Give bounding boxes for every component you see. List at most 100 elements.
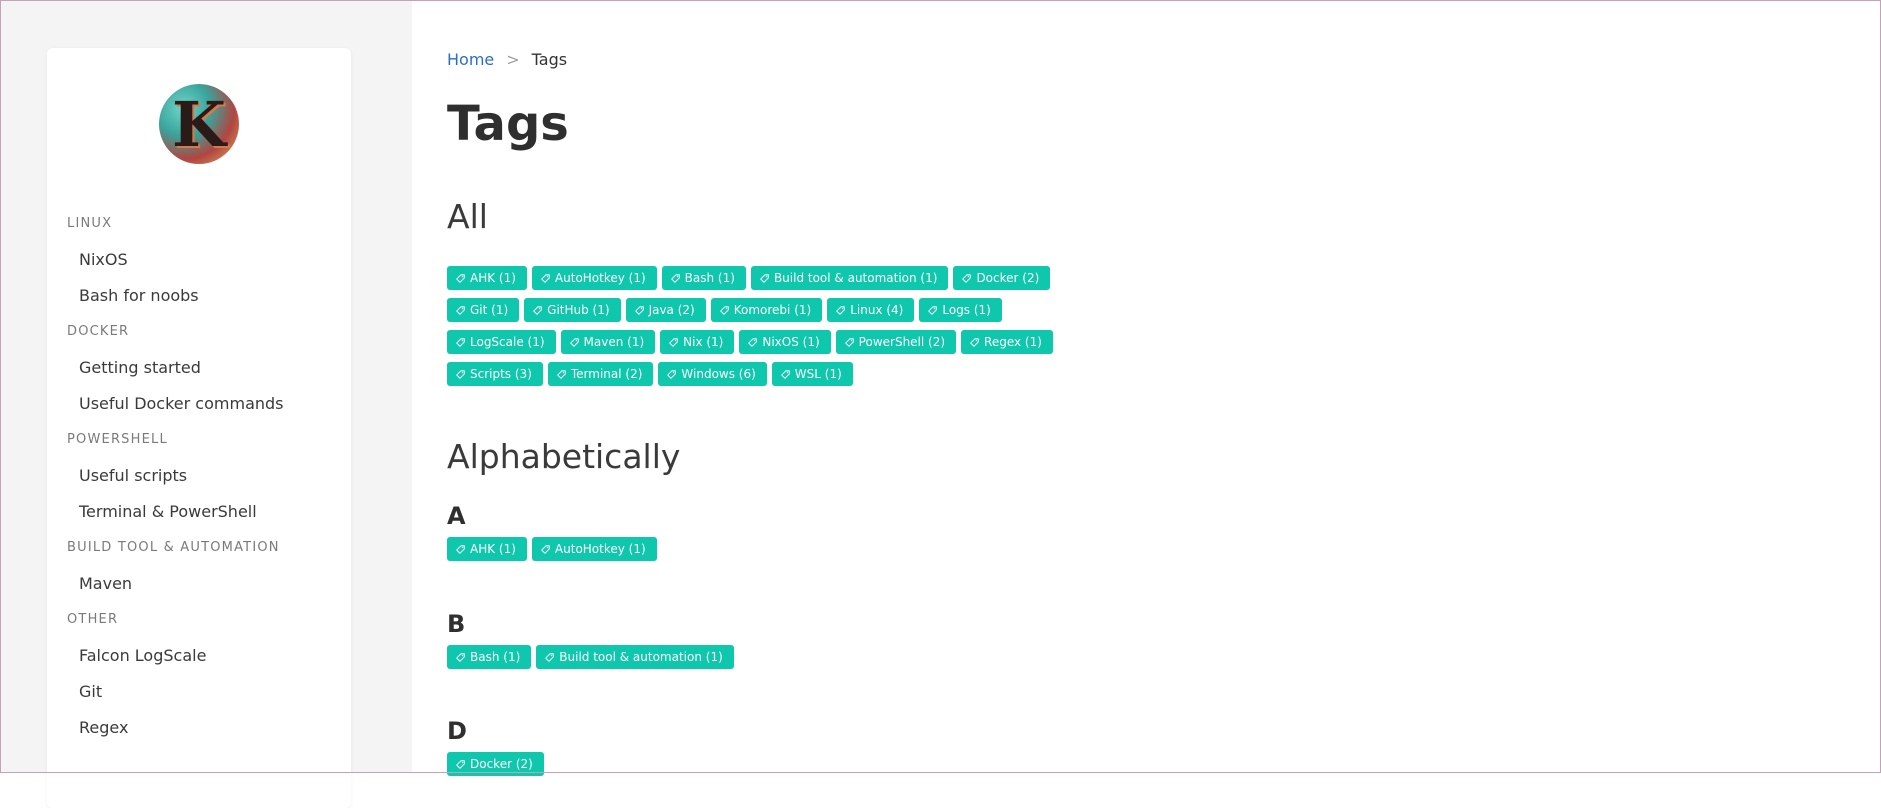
tag-icon — [781, 369, 790, 379]
sidebar-nav: LINUX NixOS Bash for noobs DOCKER Getting st… — [47, 206, 351, 746]
tag-label: Docker (2) — [976, 271, 1040, 285]
tag-row: AHK (1) AutoHotkey (1) — [447, 537, 657, 561]
sidebar-item[interactable]: Useful Docker commands — [47, 386, 351, 422]
tag-chip[interactable]: LogScale (1) — [447, 330, 556, 354]
tag-row: AHK (1) AutoHotkey (1) Bash (1) Build tool … — [447, 266, 1051, 290]
tag-chip[interactable]: Build tool & automation (1) — [750, 266, 949, 290]
breadcrumb-home-link[interactable]: Home — [447, 50, 494, 69]
tag-label: Logs (1) — [942, 303, 991, 317]
tag-chip[interactable]: Regex (1) — [961, 330, 1053, 354]
letter-heading: A — [447, 502, 466, 530]
tag-chip[interactable]: Java (2) — [625, 298, 706, 322]
tag-chip[interactable]: Windows (6) — [658, 362, 767, 386]
tag-icon — [456, 273, 465, 283]
tag-label: Maven (1) — [583, 335, 645, 349]
tag-chip[interactable]: Git (1) — [447, 298, 520, 322]
tag-label: AutoHotkey (1) — [554, 271, 646, 285]
tag-chip[interactable]: Logs (1) — [919, 298, 1002, 322]
tag-label: AutoHotkey (1) — [554, 542, 646, 556]
tag-icon — [569, 337, 579, 347]
tag-label: Git (1) — [470, 303, 509, 317]
tag-label: Build tool & automation (1) — [773, 271, 938, 285]
tag-icon — [456, 544, 465, 554]
tag-label: Nix (1) — [683, 335, 724, 349]
tag-icon — [719, 305, 729, 315]
avatar[interactable]: K — [159, 84, 239, 164]
tag-chip[interactable]: Docker (2) — [447, 752, 544, 776]
tag-chip[interactable]: Bash (1) — [661, 266, 746, 290]
tag-chip[interactable]: AHK (1) — [447, 266, 527, 290]
tag-icon — [670, 273, 680, 283]
sidebar-item[interactable]: Falcon LogScale — [47, 638, 351, 674]
breadcrumb-current: Tags — [531, 50, 568, 69]
sidebar-section-title: BUILD TOOL & AUTOMATION — [67, 540, 280, 555]
tag-icon — [844, 337, 854, 347]
sidebar-item[interactable]: Bash for noobs — [47, 278, 351, 314]
tag-chip[interactable]: Docker (2) — [953, 266, 1051, 290]
tag-icon — [456, 652, 465, 662]
sidebar-item[interactable]: Getting started — [47, 350, 351, 386]
tag-label: Scripts (3) — [470, 367, 532, 381]
tag-row: Scripts (3) Terminal (2) Windows (6) WSL (1… — [447, 362, 853, 386]
tag-label: Bash (1) — [684, 271, 735, 285]
tag-label: Komorebi (1) — [733, 303, 812, 317]
sidebar-section-title: POWERSHELL — [67, 432, 168, 447]
page-title: Tags — [447, 96, 569, 152]
tag-icon — [557, 369, 566, 379]
letter-heading: B — [447, 610, 466, 638]
tag-chip[interactable]: PowerShell (2) — [835, 330, 957, 354]
tag-label: Linux (4) — [850, 303, 904, 317]
tag-chip[interactable]: AutoHotkey (1) — [531, 537, 657, 561]
tag-icon — [669, 337, 678, 347]
tag-label: Windows (6) — [681, 367, 756, 381]
tag-label: Terminal (2) — [570, 367, 643, 381]
tag-row: LogScale (1) Maven (1) Nix (1) NixOS (1) Pow… — [447, 330, 1053, 354]
tag-label: Docker (2) — [470, 757, 533, 771]
tag-label: AHK (1) — [470, 271, 516, 285]
breadcrumb: Home > Tags — [447, 50, 567, 69]
tag-icon — [456, 305, 465, 315]
tag-chip[interactable]: Bash (1) — [447, 645, 532, 669]
sidebar-item[interactable]: Maven — [47, 566, 351, 602]
tag-icon — [634, 305, 644, 315]
tag-label: PowerShell (2) — [858, 335, 946, 349]
tag-chip[interactable]: WSL (1) — [771, 362, 853, 386]
tag-icon — [456, 759, 465, 769]
all-heading: All — [447, 197, 488, 236]
tag-label: AHK (1) — [470, 542, 516, 556]
tag-icon — [456, 369, 465, 379]
tag-chip[interactable]: AHK (1) — [447, 537, 527, 561]
tag-chip[interactable]: GitHub (1) — [524, 298, 621, 322]
tag-icon — [541, 273, 550, 283]
tag-chip[interactable]: Terminal (2) — [547, 362, 654, 386]
sidebar-section-title: LINUX — [67, 216, 113, 231]
tag-chip[interactable]: AutoHotkey (1) — [531, 266, 657, 290]
tag-label: Regex (1) — [984, 335, 1042, 349]
sidebar-item[interactable]: Git — [47, 674, 351, 710]
sidebar-item[interactable]: Useful scripts — [47, 458, 351, 494]
tag-icon — [667, 369, 677, 379]
tag-chip[interactable]: Scripts (3) — [447, 362, 543, 386]
sidebar-section-title: OTHER — [67, 612, 119, 627]
tag-label: Build tool & automation (1) — [559, 650, 723, 664]
tag-chip[interactable]: Maven (1) — [560, 330, 656, 354]
tag-row: Bash (1) Build tool & automation (1) — [447, 645, 734, 669]
tag-chip[interactable]: Linux (4) — [827, 298, 915, 322]
tag-chip[interactable]: Build tool & automation (1) — [536, 645, 734, 669]
tag-icon — [836, 305, 845, 315]
sidebar: K LINUX NixOS Bash for noobs DOCKER Getting … — [47, 48, 351, 808]
tag-row: Git (1) GitHub (1) Java (2) Komorebi (1) Lin… — [447, 298, 1002, 322]
tag-label: LogScale (1) — [470, 335, 545, 349]
tag-chip[interactable]: Komorebi (1) — [710, 298, 823, 322]
tag-chip[interactable]: NixOS (1) — [739, 330, 831, 354]
sidebar-item[interactable]: NixOS — [47, 242, 351, 278]
alphabetically-heading: Alphabetically — [447, 437, 681, 476]
tag-icon — [928, 305, 938, 315]
tag-icon — [545, 652, 555, 662]
tag-label: Bash (1) — [470, 650, 521, 664]
tag-chip[interactable]: Nix (1) — [660, 330, 735, 354]
tag-label: GitHub (1) — [547, 303, 610, 317]
sidebar-item[interactable]: Regex — [47, 710, 351, 746]
tag-icon — [456, 337, 465, 347]
sidebar-item[interactable]: Terminal & PowerShell — [47, 494, 351, 530]
